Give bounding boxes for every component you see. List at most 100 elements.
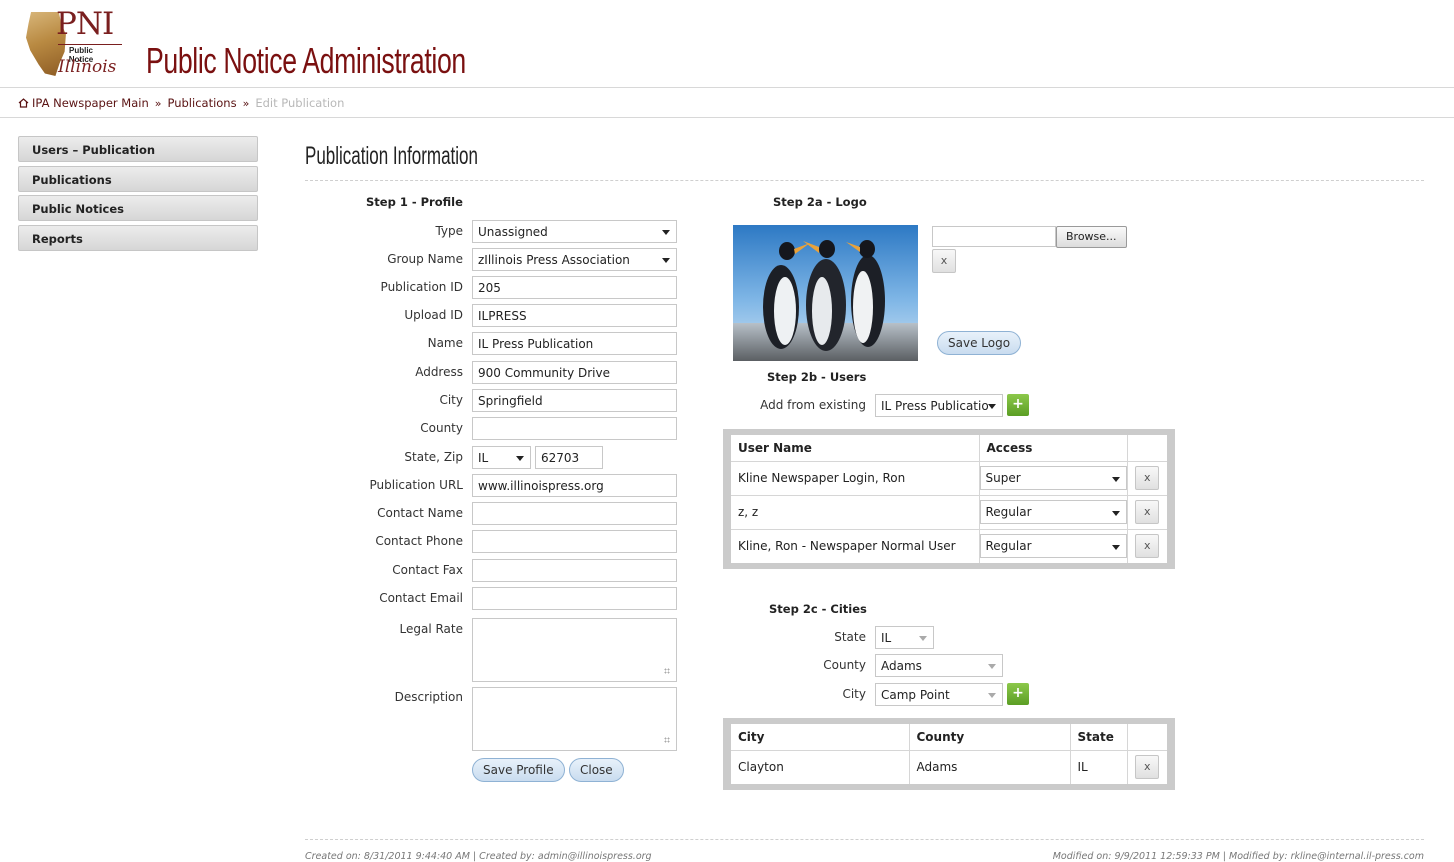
cities-city-select[interactable]: Camp Point xyxy=(875,683,1003,706)
pni-logo[interactable]: PNI Public Notice Illinois xyxy=(18,6,126,78)
remove-user-button[interactable]: x xyxy=(1135,534,1160,559)
caret-down-icon xyxy=(988,693,996,698)
close-button[interactable]: Close xyxy=(569,758,624,782)
resize-grip-icon[interactable] xyxy=(664,737,670,743)
users-table-frame: User Name Access Kline Newspaper Login, … xyxy=(723,429,1175,569)
caret-down-icon xyxy=(516,456,524,461)
access-select[interactable]: Regular xyxy=(979,500,1127,524)
caret-down-icon xyxy=(1111,511,1120,516)
access-value: Regular xyxy=(985,505,1032,519)
remove-user-button[interactable]: x xyxy=(1135,466,1160,490)
action-cell: x xyxy=(1127,529,1167,563)
cities-table-frame: City County State Clayton Adams IL x xyxy=(723,718,1175,790)
save-logo-button[interactable]: Save Logo xyxy=(937,331,1022,355)
add-user-value: IL Press Publicatio xyxy=(881,399,989,413)
contact-name-label: Contact Name xyxy=(377,506,463,520)
publication-url-label: Publication URL xyxy=(369,478,463,492)
caret-down-icon xyxy=(919,636,927,641)
breadcrumb-separator: » xyxy=(154,97,162,110)
add-city-button[interactable]: + xyxy=(1007,683,1029,705)
cities-city-label: City xyxy=(842,687,866,701)
city-field[interactable]: Springfield xyxy=(472,389,677,412)
state-zip-label: State, Zip xyxy=(404,450,463,464)
cities-county-select[interactable]: Adams xyxy=(875,654,1003,677)
state-value: IL xyxy=(478,451,489,465)
city-label: City xyxy=(439,393,463,407)
table-row: z, z Regular x xyxy=(731,495,1167,530)
close-icon: x xyxy=(1143,760,1151,774)
access-cell: Regular xyxy=(979,495,1128,530)
publication-id-field[interactable]: 205 xyxy=(472,276,677,299)
access-value: Super xyxy=(985,471,1021,485)
county-field[interactable] xyxy=(472,417,677,440)
page-title: Publication Information xyxy=(305,142,478,170)
remove-city-button[interactable]: x xyxy=(1135,755,1160,780)
access-select[interactable]: Regular xyxy=(979,534,1127,559)
description-textarea[interactable] xyxy=(472,687,677,751)
state-select[interactable]: IL xyxy=(472,446,531,469)
divider xyxy=(0,117,1454,118)
step2a-title: Step 2a - Logo xyxy=(773,195,867,209)
sidebar-item-publications[interactable]: Publications xyxy=(18,165,258,192)
add-user-button[interactable]: + xyxy=(1007,394,1029,416)
save-profile-button[interactable]: Save Profile xyxy=(472,758,565,782)
created-info: Created on: 8/31/2011 9:44:40 AM | Creat… xyxy=(305,851,652,862)
contact-fax-field[interactable] xyxy=(472,559,677,582)
remove-user-button[interactable]: x xyxy=(1135,500,1160,524)
sidebar-item-reports[interactable]: Reports xyxy=(18,224,258,251)
publication-url-field[interactable]: www.illinoispress.org xyxy=(472,474,677,497)
breadcrumb-home-link[interactable]: IPA Newspaper Main xyxy=(32,96,149,110)
upload-id-field[interactable]: ILPRESS xyxy=(472,304,677,327)
contact-email-field[interactable] xyxy=(472,587,677,610)
step1-title: Step 1 - Profile xyxy=(366,195,463,209)
legal-rate-textarea[interactable] xyxy=(472,618,677,682)
add-user-select[interactable]: IL Press Publicatio xyxy=(875,394,1003,417)
caret-down-icon xyxy=(662,230,670,235)
publication-logo-image xyxy=(733,225,918,361)
close-icon: x xyxy=(1143,539,1151,553)
contact-name-field[interactable] xyxy=(472,502,677,525)
browse-button[interactable]: Browse... xyxy=(1056,226,1127,248)
sidebar: Users – Publication Publications Public … xyxy=(18,136,258,254)
user-name-cell: Kline Newspaper Login, Ron xyxy=(731,461,980,496)
caret-down-icon xyxy=(988,664,996,669)
cities-state-select[interactable]: IL xyxy=(875,626,934,649)
zip-field[interactable]: 62703 xyxy=(535,446,603,469)
upload-id-label: Upload ID xyxy=(404,308,463,322)
column-header-county: County xyxy=(909,724,1071,751)
name-field[interactable]: IL Press Publication xyxy=(472,332,677,355)
cities-city-value: Camp Point xyxy=(881,688,950,702)
resize-grip-icon[interactable] xyxy=(664,668,670,674)
sidebar-item-users-publication[interactable]: Users – Publication xyxy=(18,136,258,162)
type-value: Unassigned xyxy=(478,225,548,239)
contact-phone-field[interactable] xyxy=(472,530,677,553)
city-cell: Clayton xyxy=(731,750,910,784)
plus-icon: + xyxy=(1012,685,1024,701)
logo-rule xyxy=(58,44,122,45)
cities-county-label: County xyxy=(823,658,866,672)
plus-icon: + xyxy=(1012,396,1024,412)
breadcrumb: IPA Newspaper Main » Publications » Edit Pub… xyxy=(18,96,344,110)
header: PNI Public Notice Illinois Public Notice… xyxy=(0,0,1454,88)
address-field[interactable]: 900 Community Drive xyxy=(472,361,677,384)
type-select[interactable]: Unassigned xyxy=(472,220,677,243)
contact-phone-label: Contact Phone xyxy=(375,534,463,548)
access-select[interactable]: Super xyxy=(979,466,1127,490)
caret-down-icon xyxy=(662,258,670,263)
address-label: Address xyxy=(415,365,463,379)
column-header-actions xyxy=(1127,435,1167,462)
name-label: Name xyxy=(427,336,463,350)
sidebar-item-public-notices[interactable]: Public Notices xyxy=(18,195,258,221)
divider xyxy=(305,839,1424,840)
group-name-select[interactable]: zIllinois Press Association xyxy=(472,248,677,271)
caret-down-icon xyxy=(988,404,996,409)
user-name-cell: z, z xyxy=(731,495,980,530)
remove-logo-button[interactable]: x xyxy=(932,249,956,273)
breadcrumb-publications-link[interactable]: Publications xyxy=(167,96,236,110)
table-header-row: City County State xyxy=(731,724,1167,751)
cities-state-value: IL xyxy=(881,631,892,645)
logo-file-field[interactable] xyxy=(932,226,1056,247)
table-row: Clayton Adams IL x xyxy=(731,750,1167,784)
table-row: Kline, Ron - Newspaper Normal User Regul… xyxy=(731,529,1167,563)
action-cell: x xyxy=(1127,461,1167,496)
